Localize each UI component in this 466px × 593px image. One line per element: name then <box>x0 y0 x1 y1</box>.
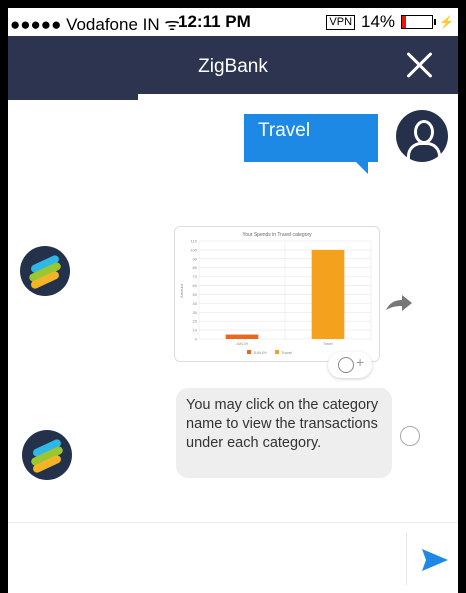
app-header: ZigBank <box>8 36 458 94</box>
x-tick-label: JUN-09 <box>236 342 248 346</box>
y-tick-label: 100 <box>190 247 197 252</box>
y-tick-label: 50 <box>193 292 198 297</box>
y-tick-label: 10 <box>193 328 198 333</box>
status-bar: ●●●●● Vodafone IN ᯤ 12:11 PM VPN 14% ⚡ <box>8 8 458 36</box>
bot-avatar <box>20 246 70 296</box>
y-tick-label: 90 <box>193 256 198 261</box>
battery-percent: 14% <box>361 12 396 31</box>
spends-chart-card[interactable]: Your Spends in Travel category 0 10 20 30 40 5… <box>174 226 380 362</box>
y-tick-label: 40 <box>193 301 198 306</box>
legend-entry: Travel <box>281 350 292 355</box>
smiley-reaction-icon[interactable] <box>400 426 420 446</box>
message-input[interactable] <box>8 533 407 585</box>
y-tick-label: 80 <box>193 265 198 270</box>
user-avatar <box>396 110 448 162</box>
message-composer <box>8 522 458 593</box>
status-right: VPN 14% ⚡ <box>326 12 454 32</box>
legend-entry: JUN-09 <box>253 350 267 355</box>
x-tick-label: Travel <box>323 342 333 346</box>
bot-avatar <box>22 430 72 480</box>
legend-swatch <box>247 350 251 354</box>
page-title: ZigBank <box>198 56 268 77</box>
chart-bar <box>225 334 259 339</box>
user-message-bubble[interactable]: Travel <box>244 114 378 174</box>
chat-area[interactable]: Travel Your Spends in Travel category 0 10… <box>8 100 458 518</box>
y-tick-label: 0 <box>195 337 198 342</box>
y-tick-label: 110 <box>191 239 198 244</box>
chart-title: Your Spends in Travel category <box>242 232 312 238</box>
close-icon[interactable] <box>404 50 434 80</box>
battery-icon <box>401 15 437 29</box>
vpn-badge: VPN <box>326 14 356 30</box>
legend-swatch <box>275 350 279 354</box>
y-tick-label: 20 <box>193 319 198 324</box>
chart-bar <box>311 249 345 339</box>
y-axis-label: Amount <box>179 283 184 298</box>
y-tick-label: 70 <box>193 274 198 279</box>
app-screen: ●●●●● Vodafone IN ᯤ 12:11 PM VPN 14% ⚡ Z… <box>8 8 458 593</box>
send-icon[interactable] <box>420 545 450 575</box>
bot-message-bubble[interactable]: You may click on the category name to vi… <box>176 388 392 478</box>
carrier-label: ●●●●● Vodafone IN ᯤ <box>10 15 180 34</box>
spends-chart[interactable]: Your Spends in Travel category 0 10 20 30 40 5… <box>175 227 379 361</box>
clock: 12:11 PM <box>178 12 251 31</box>
add-reaction-icon[interactable]: + <box>328 352 372 378</box>
share-icon[interactable] <box>384 294 414 314</box>
y-tick-label: 30 <box>193 310 198 315</box>
y-tick-label: 60 <box>193 283 198 288</box>
charging-icon: ⚡ <box>439 15 454 29</box>
